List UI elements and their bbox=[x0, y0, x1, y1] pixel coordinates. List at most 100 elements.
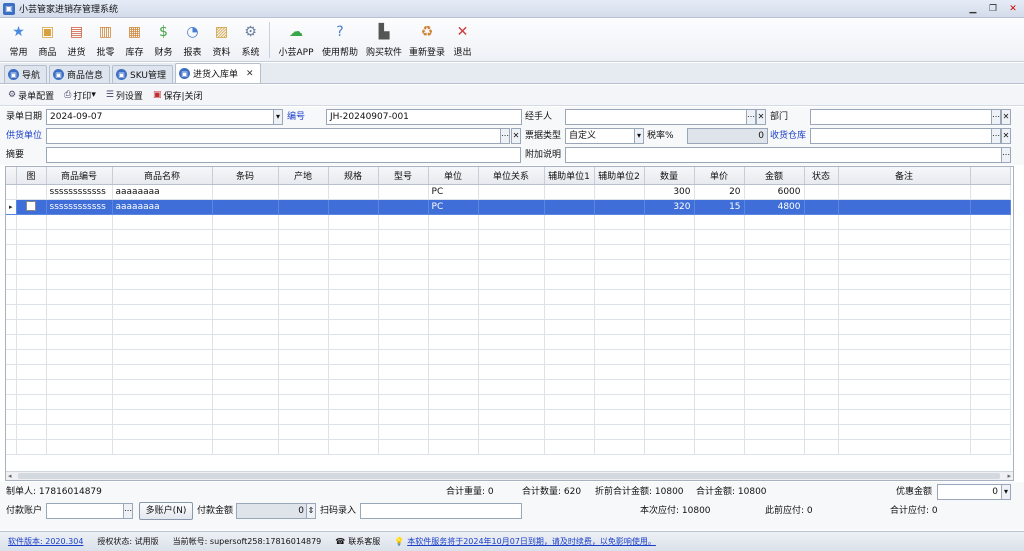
restore-icon[interactable]: ❐ bbox=[986, 2, 1000, 15]
supplier-input[interactable] bbox=[46, 128, 502, 144]
table-cell[interactable] bbox=[694, 229, 745, 245]
table-cell[interactable] bbox=[212, 349, 279, 365]
table-cell[interactable] bbox=[838, 409, 971, 425]
column-header[interactable]: 数量 bbox=[644, 167, 695, 185]
table-cell[interactable] bbox=[804, 274, 839, 290]
table-cell[interactable] bbox=[16, 424, 47, 440]
table-cell[interactable] bbox=[744, 214, 805, 230]
table-cell[interactable] bbox=[544, 304, 595, 320]
table-cell[interactable] bbox=[838, 424, 971, 440]
scan-input[interactable] bbox=[360, 503, 522, 519]
tab-3[interactable]: ▣ 进货入库单 ✕ bbox=[175, 63, 261, 83]
empty-row[interactable] bbox=[6, 349, 1011, 365]
table-cell[interactable] bbox=[212, 244, 279, 260]
table-cell[interactable] bbox=[16, 259, 47, 275]
table-cell[interactable] bbox=[46, 349, 113, 365]
toolbar-cart-button[interactable]: ▙ 购买软件 bbox=[362, 18, 406, 58]
table-cell[interactable] bbox=[428, 409, 479, 425]
table-cell[interactable] bbox=[278, 349, 329, 365]
version-link[interactable]: 软件版本: 2020.304 bbox=[8, 536, 83, 547]
table-cell[interactable] bbox=[478, 424, 545, 440]
table-cell[interactable] bbox=[278, 304, 329, 320]
table-cell[interactable] bbox=[804, 334, 839, 350]
table-cell[interactable] bbox=[544, 259, 595, 275]
discount-input[interactable]: 0 bbox=[937, 484, 1003, 500]
table-cell[interactable] bbox=[478, 349, 545, 365]
table-cell[interactable] bbox=[378, 229, 429, 245]
toolbar-report-button[interactable]: ◔ 报表 bbox=[178, 18, 207, 58]
toolbar-wholesale-button[interactable]: ▥ 批零 bbox=[91, 18, 120, 58]
table-cell[interactable] bbox=[428, 394, 479, 410]
table-cell[interactable] bbox=[112, 259, 213, 275]
table-cell[interactable] bbox=[694, 289, 745, 305]
table-cell[interactable] bbox=[744, 424, 805, 440]
table-cell[interactable] bbox=[744, 259, 805, 275]
table-cell[interactable] bbox=[16, 319, 47, 335]
table-cell[interactable] bbox=[544, 334, 595, 350]
table-cell[interactable] bbox=[46, 274, 113, 290]
table-cell[interactable] bbox=[378, 409, 429, 425]
table-cell[interactable] bbox=[694, 319, 745, 335]
table-cell[interactable] bbox=[46, 424, 113, 440]
empty-row[interactable] bbox=[6, 424, 1011, 440]
table-cell[interactable] bbox=[428, 334, 479, 350]
table-cell[interactable] bbox=[428, 304, 479, 320]
table-cell[interactable] bbox=[804, 349, 839, 365]
table-cell[interactable] bbox=[112, 274, 213, 290]
table-cell[interactable] bbox=[694, 214, 745, 230]
toolbar-help-button[interactable]: ? 使用帮助 bbox=[318, 18, 362, 58]
table-cell[interactable] bbox=[478, 289, 545, 305]
table-cell[interactable] bbox=[46, 334, 113, 350]
column-header[interactable]: 单价 bbox=[694, 167, 745, 185]
table-row[interactable]: ssssssssssss aaaaaaaa PC 300 20 6000 bbox=[6, 184, 1011, 200]
table-cell[interactable] bbox=[16, 244, 47, 260]
table-cell[interactable] bbox=[594, 439, 645, 455]
table-cell[interactable] bbox=[212, 379, 279, 395]
horizontal-scrollbar[interactable]: ◂ ▸ bbox=[6, 471, 1013, 480]
table-cell[interactable] bbox=[804, 184, 839, 200]
table-cell[interactable] bbox=[46, 214, 113, 230]
table-cell[interactable] bbox=[212, 229, 279, 245]
table-cell[interactable] bbox=[112, 304, 213, 320]
column-header[interactable]: 条码 bbox=[212, 167, 279, 185]
table-cell[interactable] bbox=[278, 424, 329, 440]
table-cell[interactable] bbox=[328, 334, 379, 350]
table-cell[interactable] bbox=[804, 379, 839, 395]
table-cell[interactable] bbox=[594, 364, 645, 380]
empty-row[interactable] bbox=[6, 334, 1011, 350]
table-cell[interactable] bbox=[804, 439, 839, 455]
table-cell[interactable] bbox=[594, 304, 645, 320]
table-cell[interactable] bbox=[838, 379, 971, 395]
table-cell[interactable] bbox=[478, 214, 545, 230]
dept-input[interactable] bbox=[810, 109, 993, 125]
table-cell[interactable]: 300 bbox=[644, 184, 695, 200]
table-cell[interactable] bbox=[594, 214, 645, 230]
table-cell[interactable] bbox=[644, 349, 695, 365]
supplier-browse-icon[interactable]: ⋯ bbox=[500, 128, 510, 144]
table-cell[interactable] bbox=[16, 229, 47, 245]
table-cell[interactable] bbox=[544, 409, 595, 425]
table-cell[interactable] bbox=[694, 409, 745, 425]
table-cell[interactable] bbox=[804, 199, 839, 215]
table-cell[interactable] bbox=[16, 439, 47, 455]
table-cell[interactable] bbox=[594, 229, 645, 245]
table-cell[interactable] bbox=[544, 274, 595, 290]
contact-service-link[interactable]: 联系客服 bbox=[348, 536, 380, 547]
table-cell[interactable] bbox=[804, 259, 839, 275]
table-cell[interactable] bbox=[278, 379, 329, 395]
table-cell[interactable] bbox=[278, 274, 329, 290]
table-cell[interactable] bbox=[378, 334, 429, 350]
table-cell[interactable] bbox=[694, 334, 745, 350]
table-cell[interactable] bbox=[212, 439, 279, 455]
table-cell[interactable] bbox=[744, 304, 805, 320]
column-header[interactable]: 辅助单位2 bbox=[594, 167, 645, 185]
table-cell[interactable] bbox=[804, 229, 839, 245]
scroll-left-icon[interactable]: ◂ bbox=[8, 472, 12, 480]
table-cell[interactable] bbox=[838, 199, 971, 215]
table-cell[interactable]: aaaaaaaa bbox=[112, 184, 213, 200]
table-cell[interactable] bbox=[112, 214, 213, 230]
column-header[interactable]: 备注 bbox=[838, 167, 971, 185]
scroll-right-icon[interactable]: ▸ bbox=[1007, 472, 1011, 480]
table-cell[interactable] bbox=[328, 424, 379, 440]
table-cell[interactable] bbox=[16, 409, 47, 425]
